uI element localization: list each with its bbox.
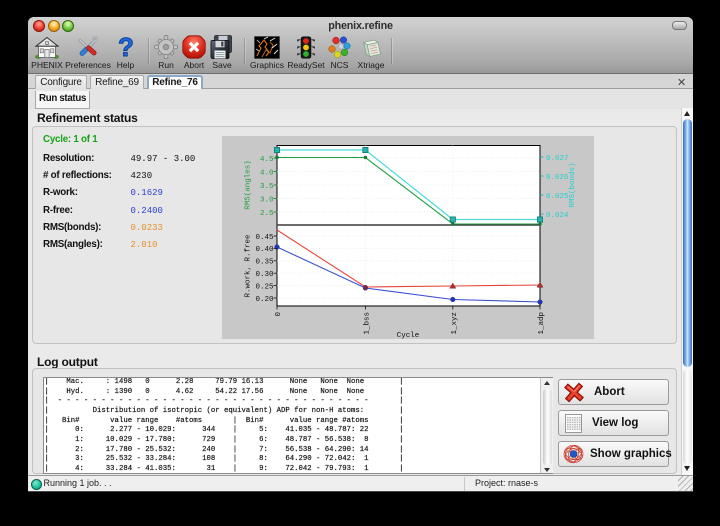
svg-text:0.40: 0.40 xyxy=(255,246,274,254)
svg-text:R.work, R.free: R.work, R.free xyxy=(245,234,253,297)
svg-text:1_adp: 1_adp xyxy=(538,312,546,335)
svg-text:1_xyz: 1_xyz xyxy=(451,312,459,335)
svg-text:0.45: 0.45 xyxy=(255,234,274,242)
svg-text:0.25: 0.25 xyxy=(255,283,274,291)
svg-text:4.0: 4.0 xyxy=(260,169,274,177)
svg-text:0.027: 0.027 xyxy=(546,155,569,163)
svg-text:1_bss: 1_bss xyxy=(363,312,371,335)
svg-text:0.024: 0.024 xyxy=(546,212,569,220)
svg-text:?: ? xyxy=(118,36,134,59)
svg-text:0.35: 0.35 xyxy=(255,259,274,267)
svg-text:0.30: 0.30 xyxy=(255,271,274,279)
svg-text:Cycle: Cycle xyxy=(397,332,420,339)
svg-text:0.025: 0.025 xyxy=(546,193,569,201)
svg-text:2.5: 2.5 xyxy=(260,210,274,218)
svg-text:0.026: 0.026 xyxy=(546,174,569,182)
svg-text:3.5: 3.5 xyxy=(260,183,274,191)
svg-text:0.20: 0.20 xyxy=(255,296,274,304)
svg-text:RMS(angles): RMS(angles) xyxy=(245,160,253,210)
svg-text:3.0: 3.0 xyxy=(260,196,274,204)
svg-text:RMS(bonds): RMS(bonds) xyxy=(569,162,577,207)
svg-text:4.5: 4.5 xyxy=(260,156,274,164)
svg-text:0: 0 xyxy=(275,312,283,317)
